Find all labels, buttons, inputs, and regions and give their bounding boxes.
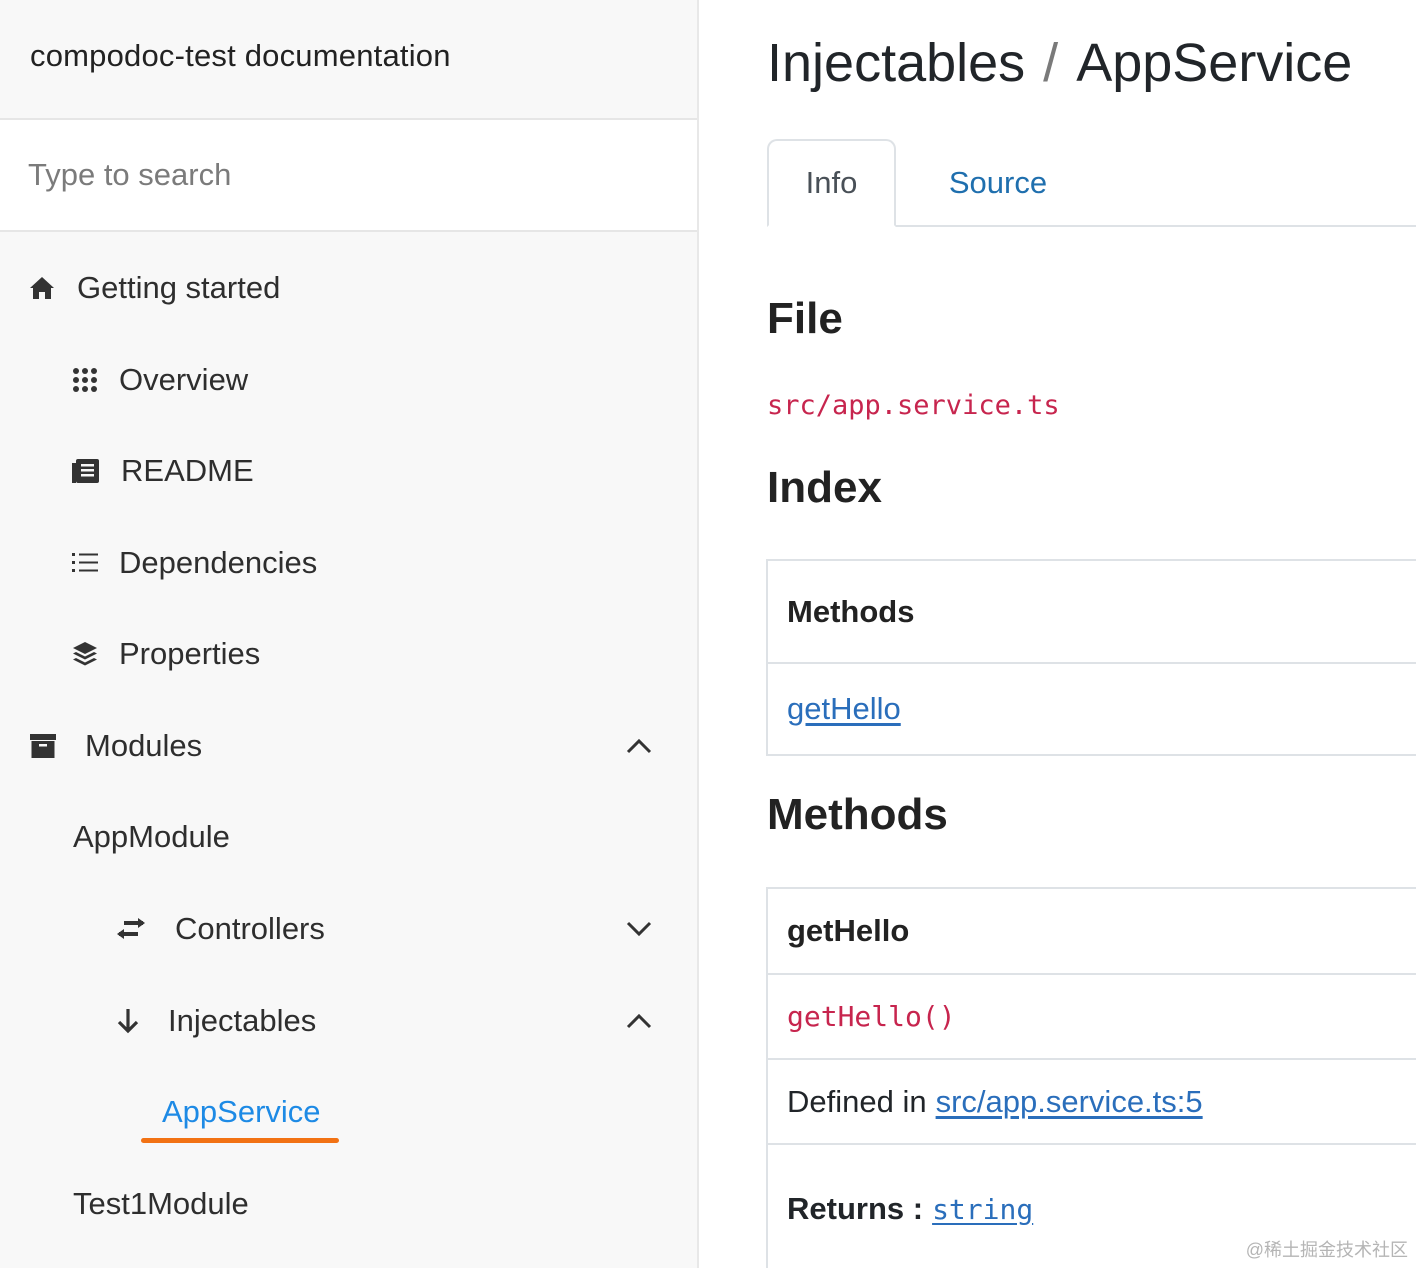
breadcrumb: Injectables / AppService [767, 32, 1352, 94]
chevron-up-icon[interactable] [621, 728, 657, 764]
watermark: @稀土掘金技术社区 [1245, 1240, 1408, 1260]
method-table: getHello getHello() Defined in src/app.s… [766, 887, 1416, 1268]
menu-getting-started-label: Getting started [77, 270, 281, 305]
tabs: Info Source [767, 139, 1416, 227]
breadcrumb-current: AppService [1076, 33, 1353, 93]
menu-readme-label: README [121, 453, 254, 488]
home-icon [28, 275, 56, 301]
menu-app-service[interactable]: AppService [0, 1082, 697, 1142]
sidebar: compodoc-test documentation Getting star… [0, 0, 699, 1268]
menu-controllers[interactable]: Controllers [0, 899, 697, 959]
menu-overview-label: Overview [119, 362, 249, 397]
menu-properties-label: Properties [119, 636, 261, 671]
layers-icon [72, 641, 98, 667]
archive-icon [30, 733, 56, 759]
exchange-icon [116, 918, 146, 940]
book-icon [72, 458, 100, 484]
menu-test1-module[interactable]: Test1Module [0, 1174, 697, 1234]
menu-test1-module-label: Test1Module [73, 1186, 249, 1221]
breadcrumb-separator: / [1043, 33, 1059, 93]
gethello-link[interactable]: getHello [787, 691, 901, 727]
menu-modules[interactable]: Modules [0, 716, 697, 776]
search-input[interactable] [28, 157, 669, 193]
file-heading: File [767, 294, 843, 343]
menu-overview[interactable]: Overview [0, 350, 697, 410]
grid-icon [72, 367, 98, 393]
search-box [0, 120, 697, 232]
index-heading: Index [767, 463, 882, 512]
defined-in-link[interactable]: src/app.service.ts:5 [936, 1084, 1203, 1120]
list-icon [72, 552, 98, 574]
breadcrumb-parent: Injectables [767, 33, 1026, 93]
menu-injectables[interactable]: Injectables [0, 991, 697, 1051]
menu-dependencies-label: Dependencies [119, 545, 318, 580]
arrow-down-icon [117, 1008, 139, 1034]
menu-properties[interactable]: Properties [0, 624, 697, 684]
index-table-row: getHello [768, 662, 1416, 754]
menu-injectables-label: Injectables [168, 1003, 317, 1038]
method-signature: getHello() [787, 1000, 956, 1033]
index-table: Methods getHello [766, 559, 1416, 756]
main-content: Injectables / AppService Info Source File … [699, 0, 1416, 1268]
menu-app-module[interactable]: AppModule [0, 807, 697, 867]
method-name: getHello [787, 913, 910, 948]
index-table-header: Methods [787, 593, 915, 629]
sidebar-title[interactable]: compodoc-test documentation [0, 0, 697, 120]
chevron-down-icon[interactable] [621, 911, 657, 947]
highlight-underline [141, 1138, 339, 1143]
file-path: src/app.service.ts [767, 390, 1060, 421]
menu-controllers-label: Controllers [175, 911, 325, 946]
menu-app-service-label: AppService [162, 1094, 321, 1129]
returns-type-link[interactable]: string [932, 1193, 1033, 1226]
menu-getting-started[interactable]: Getting started [0, 258, 697, 318]
chevron-up-icon[interactable] [621, 1003, 657, 1039]
menu-dependencies[interactable]: Dependencies [0, 533, 697, 593]
defined-in-label: Defined in [787, 1083, 927, 1119]
defined-in-row: Defined in src/app.service.ts:5 [768, 1058, 1416, 1143]
methods-heading: Methods [767, 790, 948, 839]
method-signature-row: getHello() [768, 973, 1416, 1058]
menu-readme[interactable]: README [0, 441, 697, 501]
menu-app-module-label: AppModule [73, 819, 230, 854]
menu-modules-label: Modules [85, 728, 203, 763]
returns-label: Returns : [787, 1191, 924, 1226]
tab-source[interactable]: Source [933, 139, 1063, 227]
tab-info[interactable]: Info [767, 139, 896, 227]
